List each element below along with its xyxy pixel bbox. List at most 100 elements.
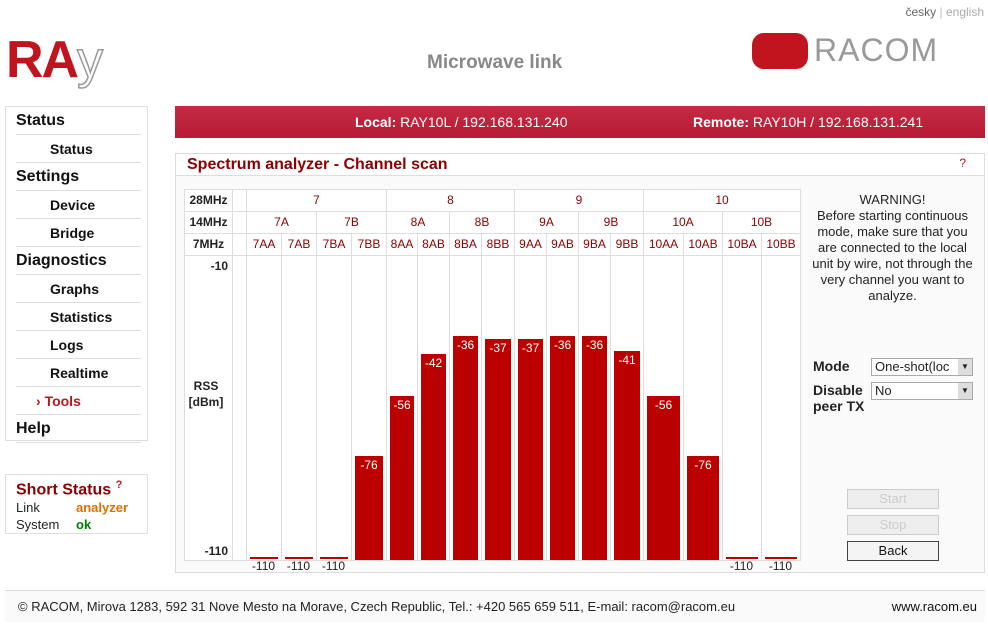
- channel-7mhz-link[interactable]: 8BA: [454, 237, 477, 251]
- channel-14mhz-link[interactable]: 10A: [672, 215, 693, 229]
- channel-7mhz-link[interactable]: 8BB: [487, 237, 510, 251]
- y-tick-top: -10: [210, 259, 228, 273]
- system-status[interactable]: ok: [76, 516, 91, 533]
- channel-14mhz-link[interactable]: 8B: [475, 215, 490, 229]
- bar-column: [246, 255, 282, 561]
- data-label: -110: [286, 559, 311, 573]
- bar: -36: [582, 336, 607, 560]
- chevron-right-icon: ›: [36, 393, 45, 409]
- channel-28mhz-link[interactable]: 10: [715, 193, 728, 207]
- channel-7mhz-link[interactable]: 10BB: [766, 237, 795, 251]
- help-icon[interactable]: ?: [959, 156, 966, 170]
- sidebar-nav: Status Status Settings Device Bridge Diagnost…: [5, 106, 148, 443]
- sidebar-item-bridge[interactable]: Bridge: [16, 219, 141, 247]
- channel-7-cell: 7AA: [246, 233, 282, 256]
- spacer: [232, 233, 247, 256]
- short-status-title: Short Status: [16, 481, 112, 499]
- bar: -42: [421, 354, 446, 560]
- channel-7-cell: 10AB: [683, 233, 723, 256]
- channel-7mhz-link[interactable]: 9BB: [616, 237, 639, 251]
- channel-14mhz-link[interactable]: 8A: [411, 215, 426, 229]
- language-switch: česky | english: [905, 5, 984, 19]
- lang-english-link[interactable]: english: [946, 5, 984, 19]
- racom-logo-icon: [752, 32, 808, 69]
- sidebar-item-diagnostics[interactable]: Diagnostics: [16, 247, 141, 275]
- sidebar-item-status[interactable]: Status: [16, 135, 141, 163]
- sidebar-item-logs[interactable]: Logs: [16, 331, 141, 359]
- sidebar-item-graphs[interactable]: Graphs: [16, 275, 141, 303]
- channel-7mhz-link[interactable]: 9AA: [519, 237, 542, 251]
- channel-14-cell: 10B: [722, 211, 801, 234]
- mode-value: One-shot(loc: [875, 359, 950, 374]
- channel-14mhz-link[interactable]: 7A: [274, 215, 289, 229]
- bar-column: [316, 255, 352, 561]
- channel-14-cell: 10A: [643, 211, 723, 234]
- channel-28mhz-link[interactable]: 7: [313, 193, 320, 207]
- channel-7mhz-link[interactable]: 8AB: [422, 237, 445, 251]
- bar-column: [761, 255, 801, 561]
- local-label: Local:: [355, 114, 397, 130]
- sidebar-item-settings[interactable]: Settings: [16, 163, 141, 191]
- channel-7mhz-link[interactable]: 7BA: [323, 237, 346, 251]
- y-tick-bottom: -110: [204, 544, 228, 558]
- racom-website-link[interactable]: www.racom.eu: [892, 591, 977, 623]
- help-icon[interactable]: ?: [116, 479, 123, 491]
- remote-value: RAY10H / 192.168.131.241: [752, 114, 924, 130]
- stop-button[interactable]: Stop: [847, 515, 939, 535]
- channel-14-cell: 7B: [316, 211, 387, 234]
- channel-14mhz-link[interactable]: 10B: [751, 215, 772, 229]
- sidebar-item-help[interactable]: Help: [16, 415, 141, 443]
- channel-7mhz-link[interactable]: 10BA: [727, 237, 756, 251]
- channel-14-cell: 9B: [578, 211, 644, 234]
- channel-14mhz-link[interactable]: 7B: [344, 215, 359, 229]
- remote-label: Remote:: [693, 114, 750, 130]
- channel-14-cell: 9A: [514, 211, 579, 234]
- channel-7-cell: 8BB: [481, 233, 515, 256]
- bar: -41: [614, 351, 640, 560]
- channel-7-cell: 7BB: [351, 233, 387, 256]
- data-label: -110: [768, 559, 793, 573]
- disable-peer-tx-value: No: [875, 383, 892, 398]
- channel-7mhz-link[interactable]: 7BB: [358, 237, 381, 251]
- lang-czech-link[interactable]: česky: [905, 5, 936, 19]
- channel-28mhz-link[interactable]: 9: [576, 193, 583, 207]
- sidebar-item-device[interactable]: Device: [16, 191, 141, 219]
- channel-7mhz-link[interactable]: 8AA: [391, 237, 414, 251]
- link-info-bar: Local: RAY10L / 192.168.131.240 Remote: …: [175, 106, 985, 138]
- channel-7mhz-link[interactable]: 10AA: [649, 237, 678, 251]
- link-status[interactable]: analyzer: [76, 499, 128, 516]
- channel-7-cell: 9AB: [546, 233, 579, 256]
- channel-14mhz-link[interactable]: 9A: [539, 215, 554, 229]
- channel-7mhz-link[interactable]: 7AA: [253, 237, 276, 251]
- spacer: [232, 189, 247, 212]
- sidebar-item-tools[interactable]: › Tools: [16, 387, 141, 415]
- sidebar-item-statistics[interactable]: Statistics: [16, 303, 141, 331]
- channel-7mhz-link[interactable]: 9AB: [551, 237, 574, 251]
- bar: -56: [390, 396, 414, 560]
- mode-select[interactable]: One-shot(loc ▼: [871, 358, 973, 376]
- bar: -36: [453, 336, 478, 560]
- channel-7mhz-link[interactable]: 10AB: [688, 237, 717, 251]
- sidebar-item-status[interactable]: Status: [16, 107, 141, 135]
- channel-7-cell: 9BB: [610, 233, 644, 256]
- warning-body: Before starting continuous mode, make su…: [812, 208, 973, 303]
- channel-14mhz-link[interactable]: 9B: [604, 215, 619, 229]
- bar: -76: [355, 456, 383, 560]
- channel-28mhz-link[interactable]: 8: [447, 193, 454, 207]
- disable-peer-tx-select[interactable]: No ▼: [871, 382, 973, 400]
- bar: -56: [647, 396, 680, 560]
- local-value: RAY10L / 192.168.131.240: [400, 114, 568, 130]
- channel-7mhz-link[interactable]: 7AB: [288, 237, 311, 251]
- channel-7-cell: 7AB: [281, 233, 317, 256]
- channel-7-cell: 10BB: [761, 233, 801, 256]
- panel-title: Spectrum analyzer - Channel scan: [176, 154, 984, 176]
- start-button[interactable]: Start: [847, 489, 939, 509]
- data-label: -110: [251, 559, 276, 573]
- back-button[interactable]: Back: [847, 541, 939, 561]
- channel-14-cell: 8A: [386, 211, 450, 234]
- channel-7-cell: 9AA: [514, 233, 547, 256]
- channel-7-cell: 8BA: [449, 233, 482, 256]
- channel-7mhz-link[interactable]: 9BA: [583, 237, 606, 251]
- sidebar-item-realtime[interactable]: Realtime: [16, 359, 141, 387]
- channel-14-cell: 7A: [246, 211, 317, 234]
